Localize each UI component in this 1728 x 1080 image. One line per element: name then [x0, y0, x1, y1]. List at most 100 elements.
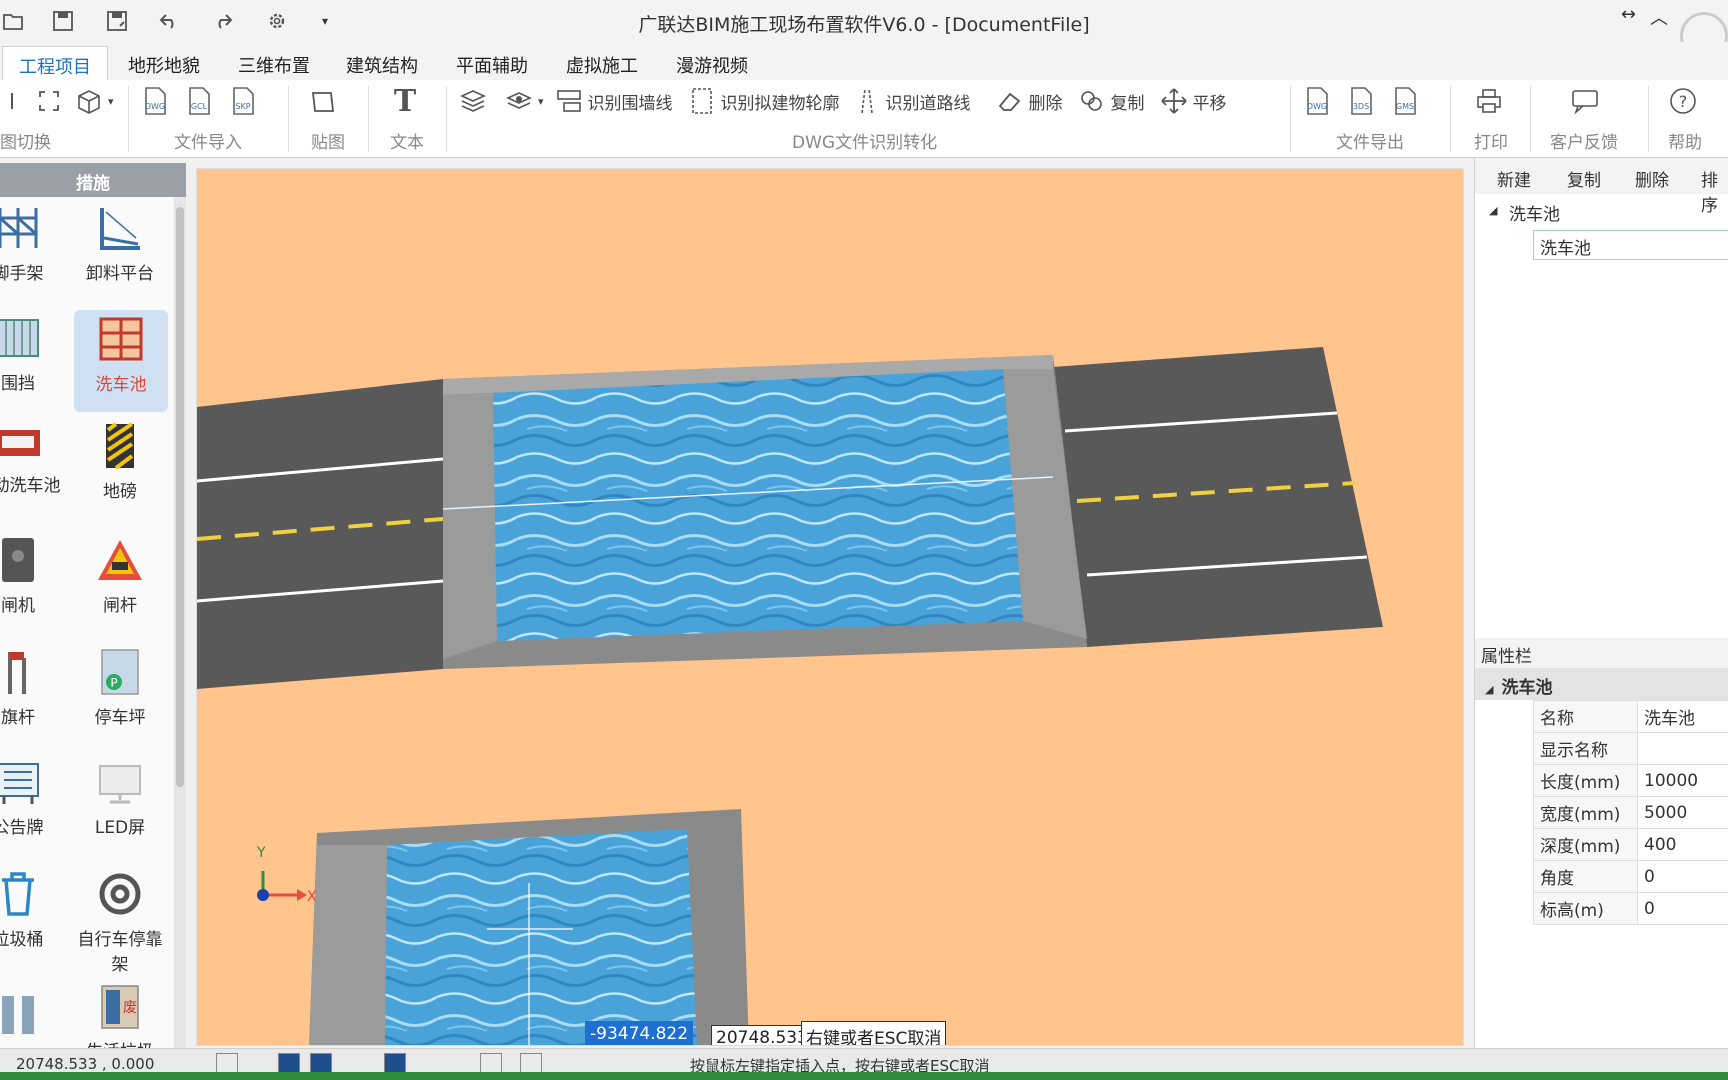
- prop-value-elevation[interactable]: 0: [1637, 892, 1728, 925]
- gcl-badge: GCL: [191, 102, 208, 111]
- view-switch-label: 图切换: [0, 133, 51, 153]
- tab-building-structure[interactable]: 建筑结构: [330, 46, 434, 80]
- progress-strip: [0, 1072, 1728, 1080]
- item-bike-rack[interactable]: 自行车停靠架: [72, 869, 168, 975]
- item-label: 脚手架: [0, 264, 44, 284]
- properties-group[interactable]: ◢ 洗车池: [1475, 668, 1728, 700]
- export-3ds-icon[interactable]: 3DS: [1346, 86, 1376, 116]
- prop-value-angle[interactable]: 0: [1637, 860, 1728, 893]
- import-dwg-icon[interactable]: DWG: [140, 86, 170, 116]
- item-parking-lot[interactable]: P 停车坪: [72, 647, 168, 728]
- view-switch-buttons[interactable]: ▾: [0, 86, 114, 116]
- layers-icon[interactable]: [458, 86, 488, 116]
- prop-value-length[interactable]: 10000: [1637, 764, 1728, 797]
- ribbon: ▾ 图切换 DWG GCL SKP 文件导入 贴图 T 文本 ▾ 识别围墙线 识…: [0, 80, 1728, 158]
- 3d-viewport[interactable]: Y X -93474.822 20748.533 右键或者ESC取消: [196, 168, 1464, 1046]
- item-wash-pool[interactable]: 洗车池: [74, 310, 168, 412]
- item-auto-wash-pool[interactable]: 自动洗车池: [0, 415, 66, 496]
- help-button[interactable]: ?: [1668, 86, 1698, 116]
- export-gms-icon[interactable]: GMS: [1390, 86, 1420, 116]
- item-turnstile[interactable]: 闸机: [0, 535, 66, 616]
- export-gms-badge: GMS: [1396, 102, 1414, 111]
- coordinate-x-input[interactable]: -93474.822: [585, 1021, 694, 1045]
- recognize-building-button[interactable]: 识别拟建物轮廓: [721, 89, 840, 114]
- tree-root-node[interactable]: 洗车池: [1509, 200, 1560, 225]
- item-notice-board[interactable]: 公告牌: [0, 757, 66, 838]
- tab-3d-layout[interactable]: 三维布置: [222, 46, 326, 80]
- tab-roaming-video[interactable]: 漫游视频: [660, 46, 764, 80]
- prop-key: 深度(mm): [1533, 828, 1638, 861]
- import-skp-icon[interactable]: SKP: [228, 86, 258, 116]
- item-led-screen[interactable]: LED屏: [72, 757, 168, 838]
- item-label: LED屏: [94, 818, 146, 838]
- tab-terrain[interactable]: 地形地貌: [112, 46, 216, 80]
- tab-virtual-construction[interactable]: 虚拟施工: [550, 46, 654, 80]
- auto-wash-pool-icon: [0, 415, 43, 465]
- tab-project[interactable]: 工程项目: [2, 46, 108, 80]
- texture-button[interactable]: [308, 86, 338, 116]
- item-trash-can[interactable]: 垃圾桶: [0, 869, 66, 950]
- collapse-ribbon-icon[interactable]: ︿: [1650, 4, 1668, 30]
- scene-canvas[interactable]: Y X: [197, 169, 1464, 1046]
- axis-x-label: X: [307, 889, 317, 905]
- prop-value-display-name[interactable]: [1637, 732, 1728, 765]
- svg-text:?: ?: [1679, 92, 1688, 111]
- print-button[interactable]: [1474, 86, 1504, 116]
- delete-button[interactable]: 删除: [1635, 166, 1669, 191]
- scaffold-icon: [0, 203, 43, 253]
- view-dropdown-icon[interactable]: ▾: [108, 95, 114, 108]
- tree-toolbar: 新建 复制 删除 排序: [1475, 158, 1728, 216]
- restore-icon[interactable]: ↔: [1621, 4, 1636, 30]
- prop-key: 名称: [1533, 700, 1638, 733]
- printer-icon: [1474, 86, 1504, 116]
- domestic-waste-icon: 废: [95, 981, 145, 1031]
- left-panel-scrollbar[interactable]: [174, 197, 186, 1048]
- 3d-view-cube-icon[interactable]: [74, 86, 104, 116]
- item-scaffold[interactable]: 脚手架: [0, 203, 66, 284]
- feedback-button[interactable]: [1570, 86, 1600, 116]
- export-dwg-icon[interactable]: DWG: [1302, 86, 1332, 116]
- item-weighbridge[interactable]: 地磅: [72, 421, 168, 502]
- move-button[interactable]: 平移: [1193, 89, 1227, 114]
- tab-plan-assist[interactable]: 平面辅助: [440, 46, 544, 80]
- copy-button[interactable]: 复制: [1567, 166, 1601, 191]
- item-enclosure[interactable]: 围挡: [0, 313, 66, 394]
- prop-value-width[interactable]: 5000: [1637, 796, 1728, 829]
- new-button[interactable]: 新建: [1497, 166, 1531, 191]
- axis-origin: [257, 889, 269, 901]
- texture-icon: [308, 86, 338, 116]
- delete-button[interactable]: 删除: [1029, 89, 1063, 114]
- tree-child-node[interactable]: 洗车池: [1533, 230, 1728, 260]
- prop-row: 角度 0: [1533, 860, 1728, 893]
- sort-button[interactable]: 排序: [1701, 166, 1728, 216]
- eraser-icon: [995, 86, 1025, 116]
- coordinate-y-input[interactable]: 20748.533: [711, 1025, 813, 1045]
- layer-settings-icon[interactable]: [504, 86, 534, 116]
- recognize-road-button[interactable]: 识别道路线: [886, 89, 971, 114]
- prop-value-depth[interactable]: 400: [1637, 828, 1728, 861]
- item-unloading-platform[interactable]: 卸料平台: [72, 203, 168, 284]
- copy-button[interactable]: 复制: [1111, 89, 1145, 114]
- tree-expand-icon[interactable]: ◢: [1489, 204, 1497, 217]
- scrollbar-thumb[interactable]: [176, 207, 184, 787]
- item-label: 围挡: [1, 374, 35, 394]
- import-gcl-icon[interactable]: GCL: [184, 86, 214, 116]
- help-question-icon: ?: [1668, 86, 1698, 116]
- insert-point-tooltip: 右键或者ESC取消: [801, 1021, 947, 1045]
- item-flagpole[interactable]: 旗杆: [0, 647, 66, 728]
- recognize-wall-button[interactable]: 识别围墙线: [588, 89, 673, 114]
- turnstile-icon: [0, 535, 43, 585]
- view-prev-icon[interactable]: [0, 86, 30, 116]
- svg-text:废: 废: [123, 1000, 137, 1016]
- layer-dropdown-icon[interactable]: ▾: [538, 95, 544, 108]
- prop-row: 标高(m) 0: [1533, 892, 1728, 925]
- text-button[interactable]: T: [390, 84, 420, 119]
- flagpole-icon: [0, 647, 43, 697]
- prop-value-name[interactable]: 洗车池: [1637, 700, 1728, 733]
- wash-pool-icon: [96, 314, 146, 364]
- fullscreen-icon[interactable]: [34, 86, 64, 116]
- copy-icon: [1077, 86, 1107, 116]
- group-expand-icon[interactable]: ◢: [1485, 683, 1493, 696]
- second-wash-pool-water: [385, 829, 697, 1045]
- item-barrier-gate[interactable]: 闸杆: [72, 535, 168, 616]
